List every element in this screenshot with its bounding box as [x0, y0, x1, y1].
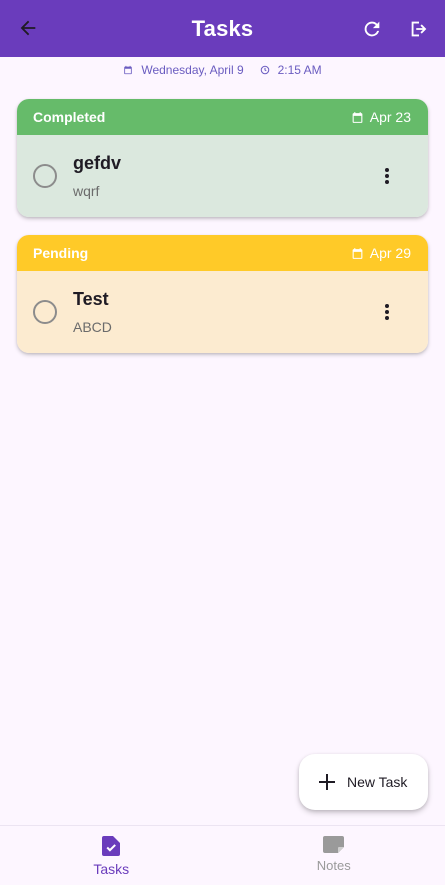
- note-icon: [323, 836, 345, 853]
- arrow-back-icon: [20, 20, 36, 36]
- page-title: Tasks: [191, 15, 254, 41]
- more-vertical-icon: [385, 168, 389, 184]
- task-due-text: Apr 29: [369, 245, 411, 261]
- tasks-screen: Tasks Wednesday, April 9 2:15 AM Complet…: [0, 0, 445, 885]
- date-time-bar: Wednesday, April 9 2:15 AM: [0, 60, 445, 80]
- nav-label-tasks: Tasks: [93, 861, 130, 877]
- new-task-button[interactable]: New Task: [299, 754, 428, 810]
- task-description: ABCD: [73, 319, 112, 335]
- task-card-header: Pending Apr 29: [17, 235, 428, 271]
- task-complete-checkbox[interactable]: [33, 164, 57, 188]
- clock-icon: [260, 65, 269, 75]
- task-card-header: Completed Apr 23: [17, 99, 428, 135]
- current-time: 2:15 AM: [260, 63, 322, 77]
- bottom-navigation: Tasks Notes: [0, 825, 445, 885]
- task-title: Test: [73, 289, 109, 309]
- refresh-button[interactable]: [358, 15, 386, 43]
- task-card-body: Test ABCD: [17, 271, 428, 353]
- task-due-date: Apr 23: [351, 109, 411, 125]
- task-status-label: Pending: [33, 245, 89, 261]
- task-complete-checkbox[interactable]: [33, 300, 57, 324]
- task-due-date: Apr 29: [351, 245, 411, 261]
- refresh-icon: [364, 21, 380, 37]
- date-text: Wednesday, April 9: [141, 63, 244, 77]
- app-bar: Tasks: [0, 0, 445, 57]
- time-text: 2:15 AM: [277, 63, 322, 77]
- new-task-label: New Task: [347, 774, 408, 790]
- task-description: wqrf: [73, 183, 100, 199]
- more-vertical-icon: [385, 304, 389, 320]
- nav-label-notes: Notes: [316, 858, 351, 873]
- nav-item-notes[interactable]: Notes: [223, 826, 445, 885]
- nav-item-tasks[interactable]: Tasks: [0, 826, 223, 885]
- logout-icon: [411, 21, 427, 37]
- calendar-icon: [352, 247, 363, 259]
- back-button[interactable]: [14, 14, 42, 42]
- task-card-body: gefdv wqrf: [17, 135, 428, 217]
- task-card[interactable]: Completed Apr 23 gefdv wqrf: [17, 99, 428, 217]
- task-due-text: Apr 23: [369, 109, 411, 125]
- task-card[interactable]: Pending Apr 29 Test ABCD: [17, 235, 428, 353]
- task-status-label: Completed: [33, 109, 106, 125]
- task-title: gefdv: [73, 153, 122, 173]
- calendar-icon: [124, 65, 133, 75]
- calendar-icon: [352, 111, 363, 123]
- task-more-button[interactable]: [375, 298, 399, 326]
- task-document-icon: [102, 836, 121, 856]
- task-more-button[interactable]: [375, 162, 399, 190]
- logout-button[interactable]: [405, 15, 433, 43]
- current-date: Wednesday, April 9: [123, 63, 244, 77]
- plus-icon: [317, 772, 337, 792]
